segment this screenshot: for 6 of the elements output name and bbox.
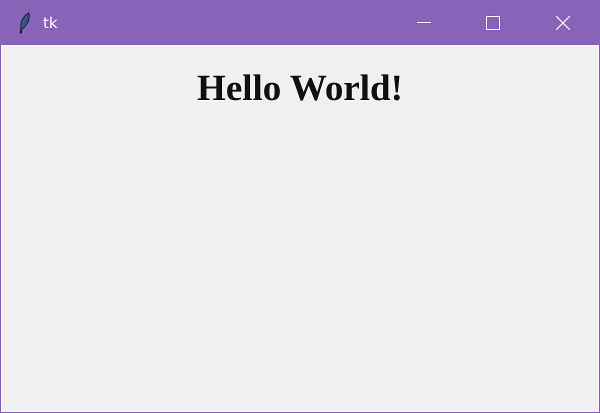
close-icon [556,16,570,30]
window-title: tk [43,14,58,32]
feather-icon [19,12,31,34]
greeting-label: Hello World! [197,67,403,110]
maximize-icon [486,16,500,30]
minimize-icon [416,22,430,23]
